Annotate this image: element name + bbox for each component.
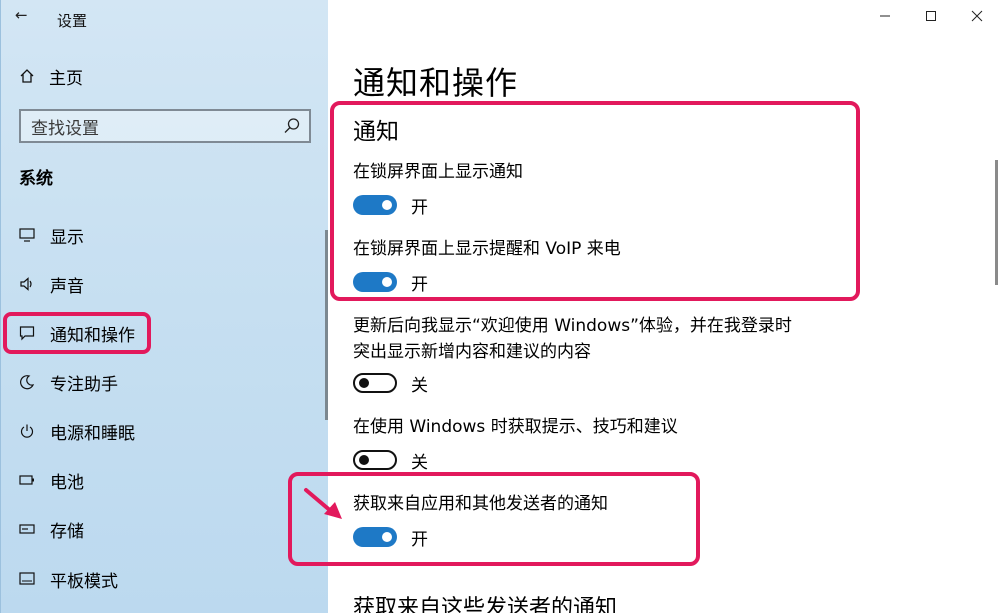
home-link[interactable]: 主页 <box>19 64 83 89</box>
toggle-state: 关 <box>411 375 428 396</box>
main-scrollbar[interactable] <box>995 160 998 285</box>
battery-icon <box>19 472 35 488</box>
sidebar-item-label: 电源和睡眠 <box>50 423 135 444</box>
window-controls <box>862 0 1000 32</box>
speaker-icon <box>19 276 35 292</box>
setting-label: 在使用 Windows 时获取提示、技巧和建议 <box>353 417 678 437</box>
toggle-switch[interactable] <box>353 373 397 393</box>
app-notifications-highlight-frame <box>288 472 700 566</box>
toggle-switch[interactable] <box>353 450 397 470</box>
sidebar-item-label: 电池 <box>50 472 84 493</box>
minimize-button[interactable] <box>862 0 908 32</box>
search-input[interactable]: 查找设置 <box>19 109 311 143</box>
tips-toggle-row[interactable]: 关 <box>353 448 428 473</box>
maximize-button[interactable] <box>908 0 954 32</box>
storage-icon <box>19 521 35 537</box>
toggle-state: 关 <box>411 452 428 473</box>
close-button[interactable] <box>954 0 1000 32</box>
sidebar-item-label: 专注助手 <box>50 374 118 395</box>
monitor-icon <box>19 227 35 243</box>
titlebar-left: ← 设置 <box>1 0 329 40</box>
home-label: 主页 <box>49 68 83 89</box>
page-title: 通知和操作 <box>353 64 519 102</box>
pointer-arrow-icon <box>304 488 342 519</box>
sidebar-item-focus-assist[interactable]: 专注助手 <box>19 369 309 395</box>
home-icon <box>19 68 35 84</box>
sidebar-item-display[interactable]: 显示 <box>19 222 309 248</box>
sidebar-item-sound[interactable]: 声音 <box>19 271 309 297</box>
section-heading: 系统 <box>19 169 53 189</box>
sidebar-item-storage[interactable]: 存储 <box>19 516 309 542</box>
app-title: 设置 <box>57 12 88 30</box>
moon-icon <box>19 374 35 390</box>
senders-heading: 获取来自这些发送者的通知 <box>353 596 618 613</box>
notify-group-highlight-frame <box>330 101 860 301</box>
sidebar-item-battery[interactable]: 电池 <box>19 467 309 493</box>
search-icon[interactable] <box>283 117 301 135</box>
power-icon <box>19 423 35 439</box>
welcome-experience-toggle-row[interactable]: 关 <box>353 371 428 396</box>
sidebar-highlight-frame <box>3 312 151 354</box>
back-arrow-icon[interactable]: ← <box>15 6 28 24</box>
search-placeholder: 查找设置 <box>31 118 99 139</box>
sidebar-item-label: 存储 <box>50 521 84 542</box>
sidebar-item-power-sleep[interactable]: 电源和睡眠 <box>19 418 309 444</box>
sidebar-item-tablet-mode[interactable]: 平板模式 <box>19 566 309 592</box>
setting-label: 更新后向我显示“欢迎使用 Windows”体验，并在我登录时突出显示新增内容和建… <box>353 316 792 362</box>
sidebar-item-label: 声音 <box>50 276 84 297</box>
sidebar-item-label: 显示 <box>50 227 84 248</box>
sidebar-item-label: 平板模式 <box>50 571 118 592</box>
tablet-icon <box>19 571 35 587</box>
sidebar: ← 设置 主页 查找设置 系统 显示 声音 通知和操作 专注助手 电源和睡眠 电… <box>0 0 328 613</box>
